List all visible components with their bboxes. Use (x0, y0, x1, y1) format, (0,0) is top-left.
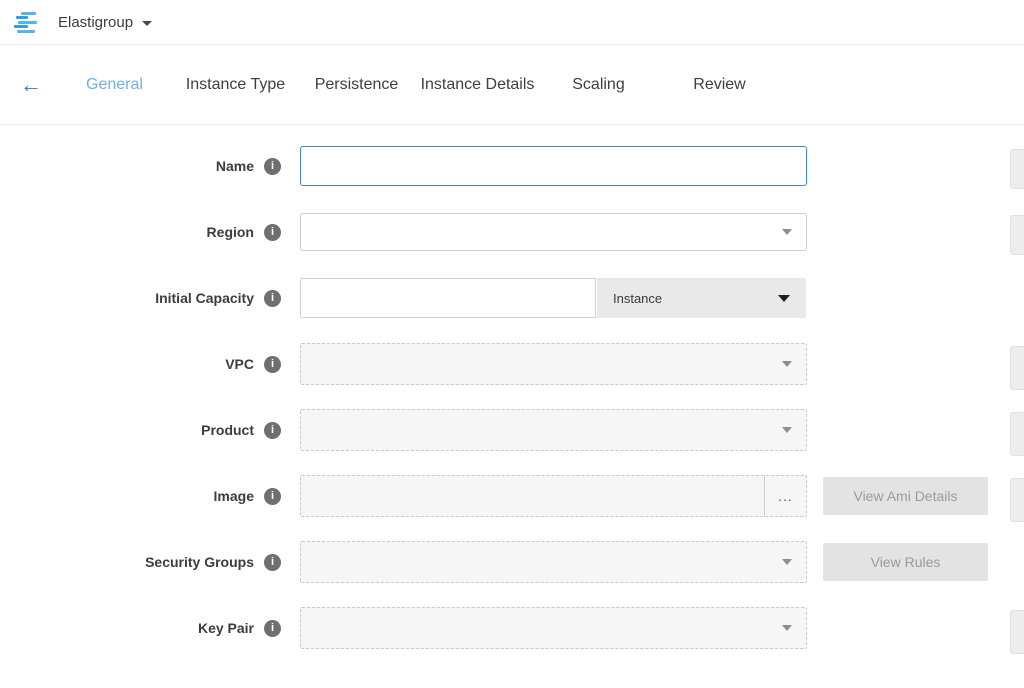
general-form: Name i Region i Initial Capacity i Insta… (0, 125, 1024, 649)
region-select[interactable] (300, 213, 807, 251)
edge-cropped-element (1010, 478, 1024, 522)
caret-down-icon (782, 427, 792, 433)
image-label: Image (214, 488, 254, 504)
chevron-down-icon (142, 21, 152, 26)
product-label: Product (201, 422, 254, 438)
form-row-initial-capacity: Initial Capacity i Instance (0, 277, 1024, 319)
image-browse-button[interactable]: ... (765, 476, 806, 516)
info-icon[interactable]: i (264, 620, 281, 637)
edge-cropped-element (1010, 346, 1024, 390)
tab-scaling[interactable]: Scaling (538, 76, 659, 94)
key-pair-select[interactable] (300, 607, 807, 649)
wizard-tabs: General Instance Type Persistence Instan… (54, 76, 780, 94)
tab-general[interactable]: General (54, 76, 175, 94)
form-row-security-groups: Security Groups i View Rules (0, 541, 1024, 583)
form-row-name: Name i (0, 145, 1024, 187)
edge-cropped-element (1010, 149, 1024, 189)
name-label: Name (216, 158, 254, 174)
elastigroup-logo-icon (14, 12, 40, 33)
form-row-product: Product i (0, 409, 1024, 451)
view-ami-details-button[interactable]: View Ami Details (823, 477, 988, 515)
info-icon[interactable]: i (264, 224, 281, 241)
form-row-image: Image i ... View Ami Details (0, 475, 1024, 517)
view-rules-button[interactable]: View Rules (823, 543, 988, 581)
vpc-label: VPC (225, 356, 254, 372)
tab-review[interactable]: Review (659, 76, 780, 94)
security-groups-select[interactable] (300, 541, 807, 583)
image-value (301, 476, 764, 516)
top-bar: Elastigroup (0, 0, 1024, 45)
caret-down-icon (782, 559, 792, 565)
app-switcher[interactable]: Elastigroup (58, 14, 152, 31)
caret-down-icon (782, 361, 792, 367)
form-row-vpc: VPC i (0, 343, 1024, 385)
capacity-unit-select[interactable]: Instance (597, 278, 806, 318)
initial-capacity-input[interactable] (300, 278, 596, 318)
info-icon[interactable]: i (264, 290, 281, 307)
wizard-nav: ← General Instance Type Persistence Inst… (0, 45, 1024, 125)
tab-instance-details[interactable]: Instance Details (417, 76, 538, 94)
caret-down-icon (782, 625, 792, 631)
vpc-select[interactable] (300, 343, 807, 385)
app-name: Elastigroup (58, 14, 133, 31)
form-row-key-pair: Key Pair i (0, 607, 1024, 649)
security-groups-label: Security Groups (145, 554, 254, 570)
key-pair-label: Key Pair (198, 620, 254, 636)
info-icon[interactable]: i (264, 488, 281, 505)
info-icon[interactable]: i (264, 422, 281, 439)
info-icon[interactable]: i (264, 158, 281, 175)
capacity-unit-value: Instance (613, 291, 778, 306)
image-field[interactable]: ... (300, 475, 807, 517)
caret-down-icon (778, 295, 790, 302)
tab-persistence[interactable]: Persistence (296, 76, 417, 94)
edge-cropped-element (1010, 215, 1024, 255)
initial-capacity-label: Initial Capacity (155, 290, 254, 306)
region-label: Region (207, 224, 254, 240)
product-select[interactable] (300, 409, 807, 451)
edge-cropped-element (1010, 412, 1024, 456)
form-row-region: Region i (0, 211, 1024, 253)
info-icon[interactable]: i (264, 356, 281, 373)
info-icon[interactable]: i (264, 554, 281, 571)
caret-down-icon (782, 229, 792, 235)
tab-instance-type[interactable]: Instance Type (175, 76, 296, 94)
back-arrow-icon[interactable]: ← (20, 74, 46, 96)
name-input[interactable] (300, 146, 807, 186)
edge-cropped-element (1010, 610, 1024, 654)
